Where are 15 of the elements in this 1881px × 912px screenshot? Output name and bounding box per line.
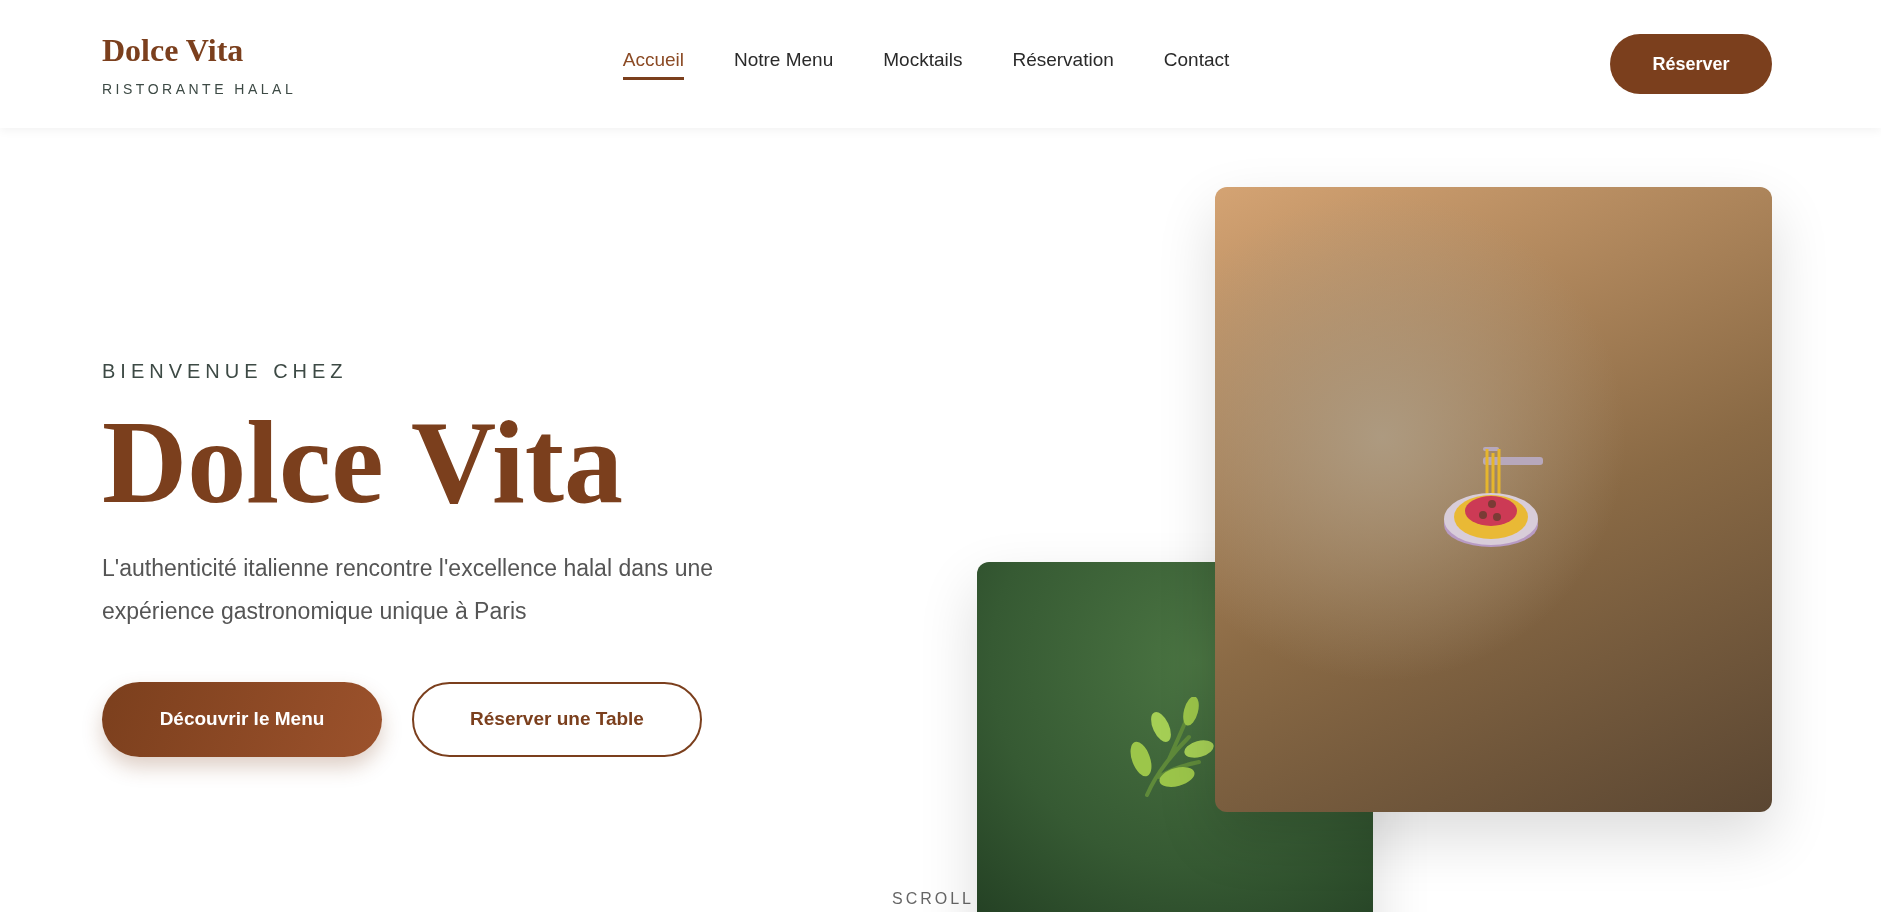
reserve-button[interactable]: Réserver: [1610, 34, 1772, 94]
nav-link[interactable]: Accueil: [622, 48, 684, 80]
herb-icon: [1129, 697, 1215, 797]
scroll-hint: SCROLL: [891, 890, 974, 908]
menu-button[interactable]: Découvrir le Menu: [102, 681, 382, 757]
nav-link[interactable]: Mocktails: [883, 48, 963, 80]
tagline: RISTORANTE HALAL: [102, 80, 298, 97]
eyebrow-text: BIENVENUE CHEZ: [102, 360, 349, 383]
book-table-button[interactable]: Réserver une Table: [412, 681, 702, 757]
nav-link[interactable]: Réservation: [1012, 48, 1114, 80]
nav-link[interactable]: Notre Menu: [733, 48, 834, 80]
hero-title: Dolce Vita: [102, 401, 625, 525]
nav-link[interactable]: Contact: [1163, 48, 1230, 80]
logo[interactable]: Dolce Vita: [102, 31, 402, 69]
hero-description: L'authenticité italienne rencontre l'excellence halal dans une expérience gastronomique unique à Paris: [102, 553, 715, 626]
